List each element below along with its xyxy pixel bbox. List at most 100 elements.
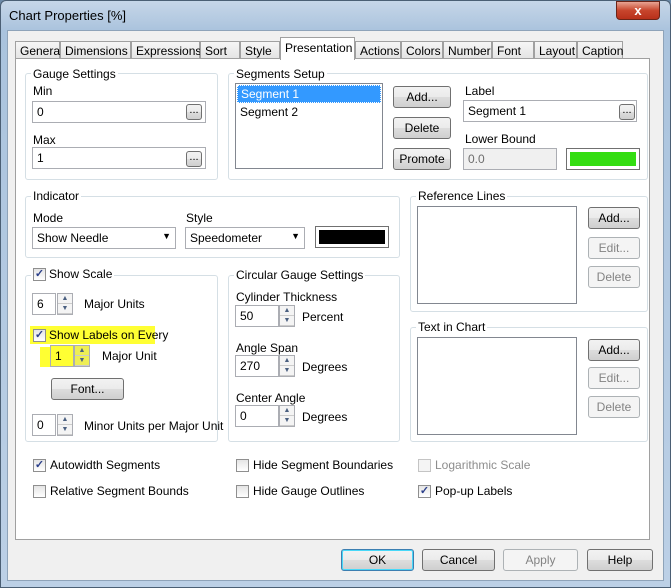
group-title: Indicator (31, 189, 82, 203)
help-button[interactable]: Help (587, 549, 653, 571)
apply-button[interactable]: Apply (503, 549, 578, 571)
tab-style[interactable]: Style (240, 41, 280, 59)
cylinder-field[interactable]: 50 (235, 305, 279, 327)
min-browse-button[interactable]: ... (186, 104, 202, 120)
delete-reference-line-button[interactable]: Delete (588, 266, 640, 288)
tab-caption[interactable]: Caption (577, 41, 623, 59)
tab-presentation[interactable]: Presentation (280, 37, 355, 60)
autowidth-checkbox[interactable]: ✓ Autowidth Segments (33, 458, 160, 472)
chevron-down-icon: ▼ (291, 231, 300, 241)
up-arrow-icon[interactable]: ▲ (280, 306, 294, 316)
hide-outlines-checkbox[interactable]: Hide Gauge Outlines (236, 484, 364, 498)
hide-boundaries-checkbox[interactable]: Hide Segment Boundaries (236, 458, 393, 472)
add-reference-line-button[interactable]: Add... (588, 207, 640, 229)
major-units-spinner[interactable]: ▲ ▼ (57, 293, 73, 315)
segment-label-field[interactable]: Segment 1 (463, 100, 637, 122)
popup-labels-checkbox[interactable]: ✓ Pop-up Labels (418, 484, 512, 498)
angle-span-unit: Degrees (302, 360, 348, 374)
up-arrow-icon[interactable]: ▲ (58, 415, 72, 425)
max-field[interactable]: 1 (32, 147, 206, 169)
angle-span-field[interactable]: 270 (235, 355, 279, 377)
ok-button[interactable]: OK (341, 549, 414, 571)
checkbox[interactable]: ✓ (33, 267, 46, 281)
tab-layout[interactable]: Layout (534, 41, 577, 59)
style-label: Style (186, 211, 213, 225)
tab-number[interactable]: Number (443, 41, 492, 59)
tab-general[interactable]: General (15, 41, 63, 59)
edit-text-button[interactable]: Edit... (588, 367, 640, 389)
checkbox[interactable]: ✓ (33, 458, 46, 472)
tab-sort[interactable]: Sort (200, 41, 240, 59)
checkbox[interactable] (418, 458, 431, 472)
cancel-button[interactable]: Cancel (422, 549, 495, 571)
show-labels-checkbox[interactable]: ✓ Show Labels on Every (33, 328, 168, 342)
show-scale-checkbox[interactable]: ✓ Show Scale (31, 267, 115, 281)
up-arrow-icon[interactable]: ▲ (58, 294, 72, 304)
style-value: Speedometer (190, 231, 263, 245)
promote-segment-button[interactable]: Promote (393, 148, 451, 170)
segments-list[interactable]: Segment 1 Segment 2 (235, 83, 383, 169)
up-arrow-icon[interactable]: ▲ (280, 406, 294, 416)
cylinder-label: Cylinder Thickness (236, 290, 338, 304)
label-browse-button[interactable]: ... (619, 104, 635, 120)
up-arrow-icon[interactable]: ▲ (280, 356, 294, 366)
tab-colors[interactable]: Colors (401, 41, 443, 59)
group-title: Reference Lines (416, 189, 508, 203)
group-title: Segments Setup (234, 67, 327, 81)
segment-item[interactable]: Segment 1 (237, 85, 381, 103)
group-title: Text in Chart (416, 320, 488, 334)
center-angle-label: Center Angle (236, 391, 306, 405)
font-button[interactable]: Font... (51, 378, 124, 400)
checkbox[interactable] (33, 484, 46, 498)
log-scale-checkbox[interactable]: Logarithmic Scale (418, 458, 530, 472)
labels-every-spinner[interactable]: ▲ ▼ (74, 345, 90, 367)
angle-span-spinner[interactable]: ▲ ▼ (279, 355, 295, 377)
delete-text-button[interactable]: Delete (588, 396, 640, 418)
lower-bound-field[interactable]: 0.0 (463, 148, 557, 170)
checkbox-label: Autowidth Segments (50, 458, 161, 472)
down-arrow-icon[interactable]: ▼ (280, 316, 294, 326)
checkbox-label: Hide Segment Boundaries (253, 458, 394, 472)
tab-dimensions[interactable]: Dimensions (60, 41, 131, 59)
segment-item[interactable]: Segment 2 (236, 104, 382, 120)
close-button[interactable]: x (616, 1, 660, 20)
segment-color-button[interactable] (566, 148, 640, 170)
add-segment-button[interactable]: Add... (393, 86, 451, 108)
minor-units-field[interactable]: 0 (32, 414, 56, 436)
down-arrow-icon[interactable]: ▼ (280, 366, 294, 376)
checkbox[interactable]: ✓ (418, 484, 431, 498)
center-angle-spinner[interactable]: ▲ ▼ (279, 405, 295, 427)
minor-units-spinner[interactable]: ▲ ▼ (57, 414, 73, 436)
add-text-button[interactable]: Add... (588, 339, 640, 361)
down-arrow-icon[interactable]: ▼ (58, 304, 72, 314)
major-units-field[interactable]: 6 (32, 293, 56, 315)
tab-expressions[interactable]: Expressions (131, 41, 201, 59)
center-angle-field[interactable]: 0 (235, 405, 279, 427)
tab-font[interactable]: Font (492, 41, 534, 59)
color-swatch (319, 230, 385, 244)
down-arrow-icon[interactable]: ▼ (280, 416, 294, 426)
cylinder-unit: Percent (302, 310, 344, 324)
indicator-color-button[interactable] (315, 226, 389, 248)
checkbox-label: Logarithmic Scale (435, 458, 531, 472)
mode-select[interactable]: Show Needle ▼ (32, 227, 176, 249)
up-arrow-icon[interactable]: ▲ (75, 346, 89, 356)
checkbox[interactable] (236, 484, 249, 498)
down-arrow-icon[interactable]: ▼ (58, 425, 72, 435)
reference-lines-list[interactable] (417, 206, 577, 304)
tab-actions[interactable]: Actions (355, 41, 401, 59)
max-browse-button[interactable]: ... (186, 151, 202, 167)
group-title: Gauge Settings (31, 67, 118, 81)
edit-reference-line-button[interactable]: Edit... (588, 237, 640, 259)
relative-bounds-checkbox[interactable]: Relative Segment Bounds (33, 484, 189, 498)
checkbox-label: Relative Segment Bounds (50, 484, 189, 498)
down-arrow-icon[interactable]: ▼ (75, 356, 89, 366)
labels-every-field[interactable]: 1 (50, 345, 74, 367)
min-field[interactable]: 0 (32, 101, 206, 123)
style-select[interactable]: Speedometer ▼ (185, 227, 305, 249)
checkbox[interactable] (236, 458, 249, 472)
cylinder-spinner[interactable]: ▲ ▼ (279, 305, 295, 327)
delete-segment-button[interactable]: Delete (393, 117, 451, 139)
checkbox[interactable]: ✓ (33, 328, 46, 342)
text-in-chart-list[interactable] (417, 337, 577, 435)
